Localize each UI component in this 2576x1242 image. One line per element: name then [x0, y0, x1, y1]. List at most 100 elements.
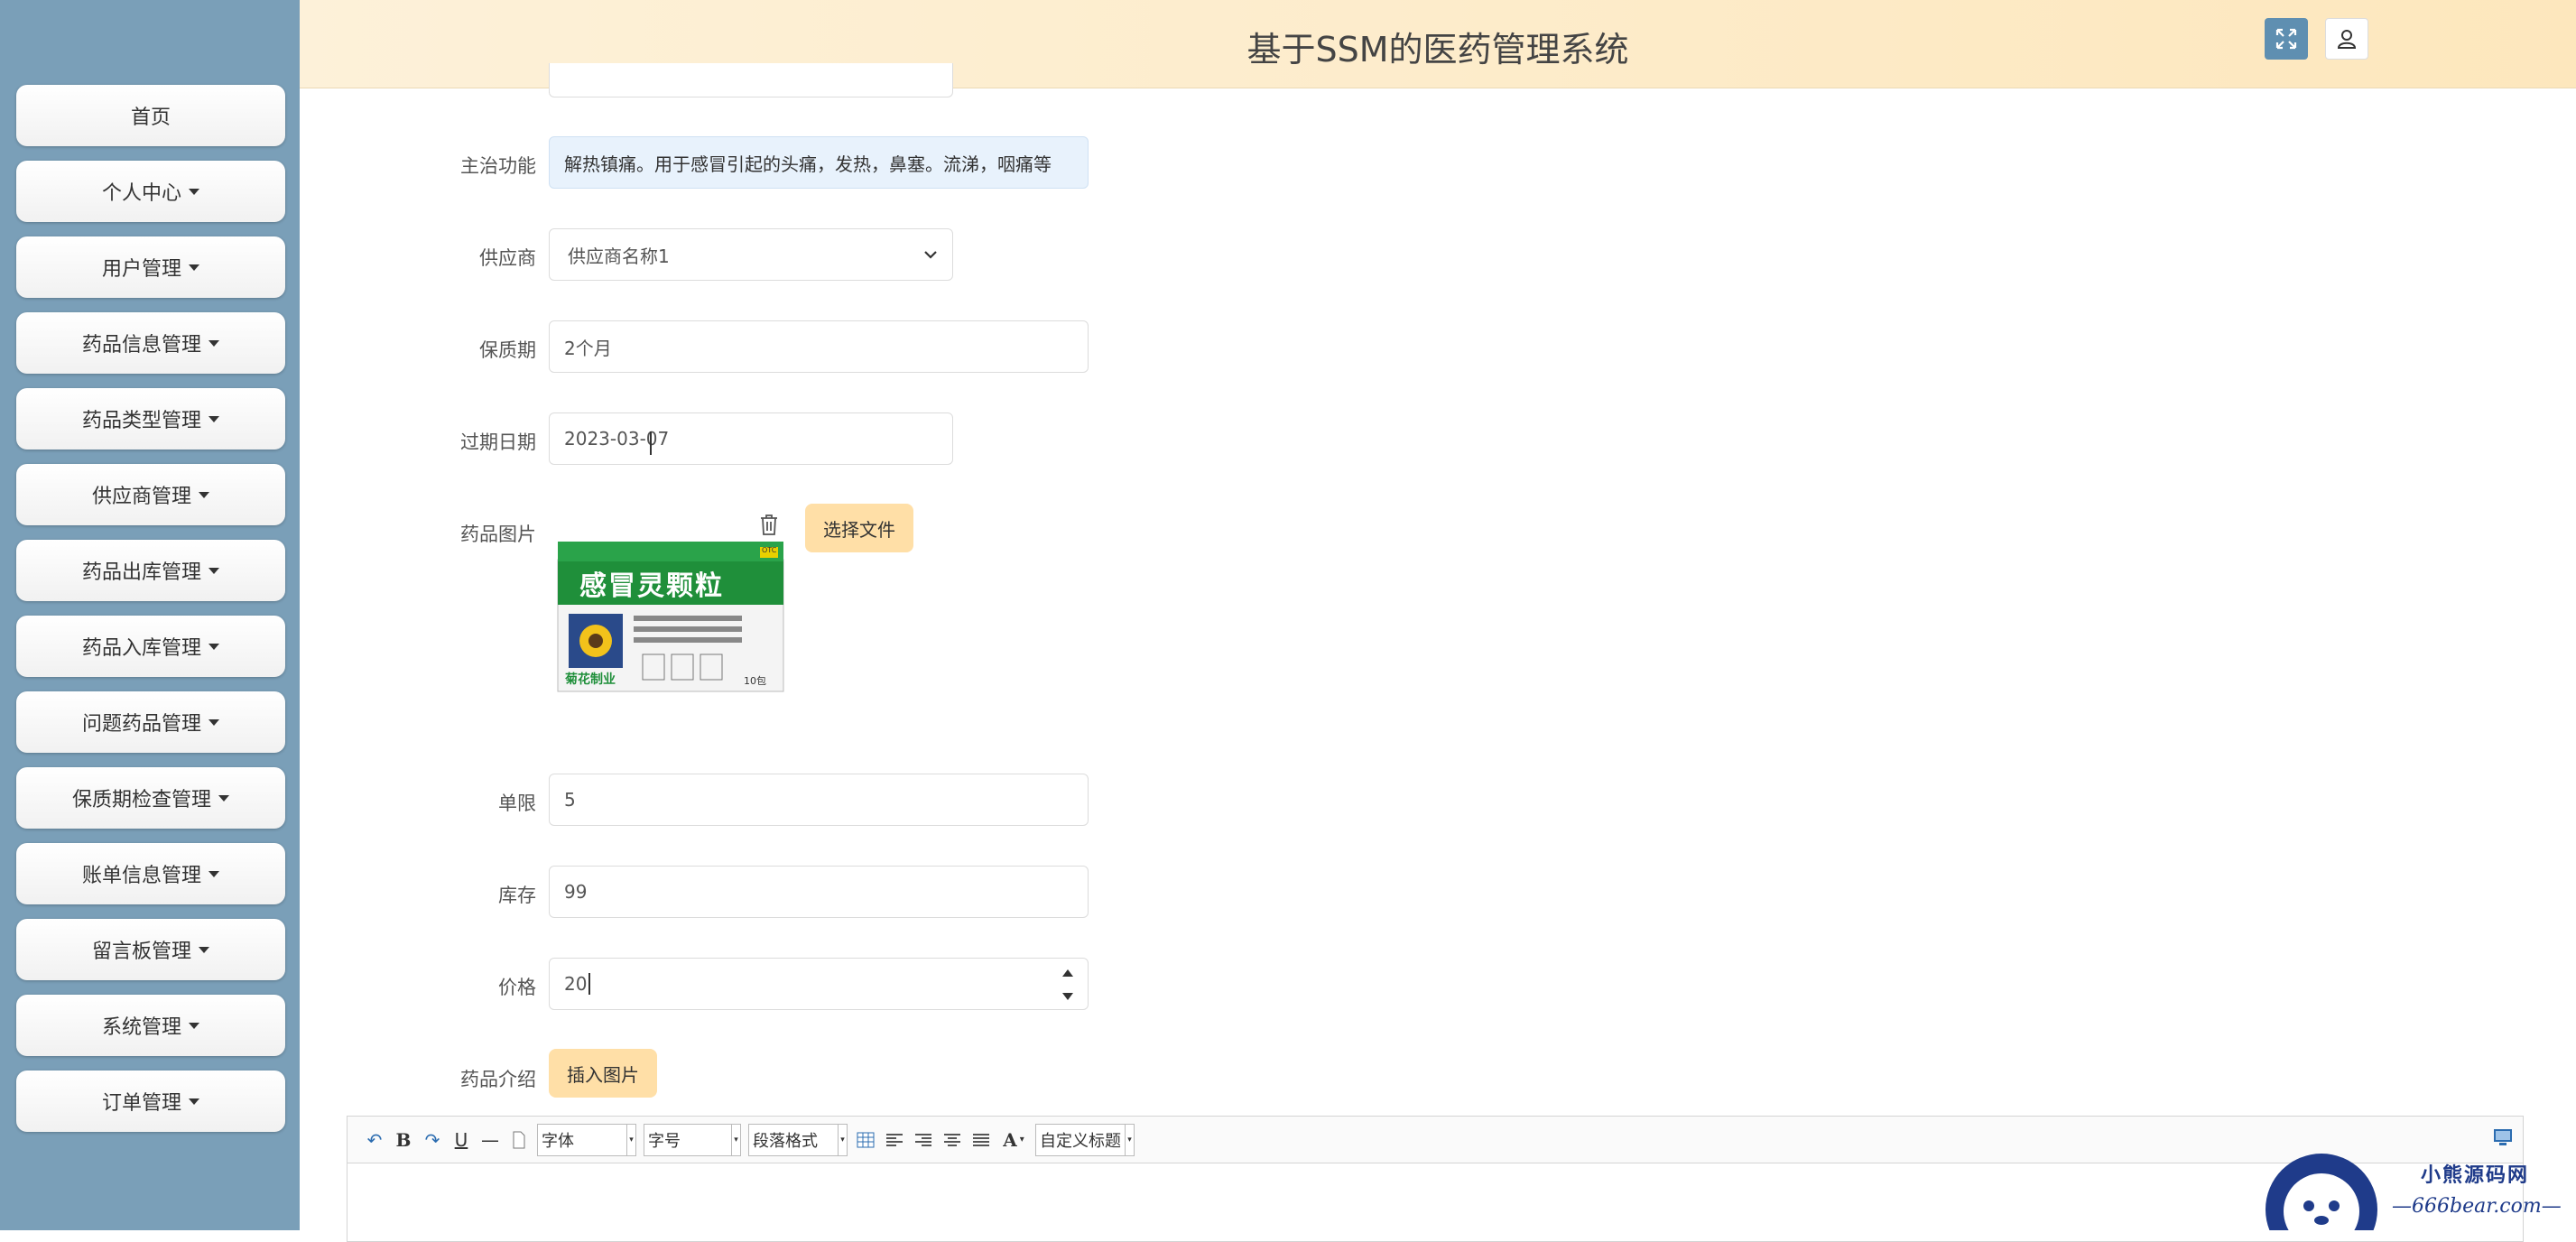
font-color-icon[interactable]: A ▾ [996, 1126, 1032, 1154]
caret-down-icon [199, 491, 209, 498]
trash-icon[interactable] [758, 513, 780, 536]
watermark-logo: 小熊源码网 —666bear.com— [2256, 1146, 2576, 1230]
caret-down-icon [208, 415, 219, 422]
product-badge: OTC [762, 546, 777, 554]
user-button[interactable] [2325, 18, 2368, 60]
choose-file-button[interactable]: 选择文件 [805, 504, 913, 552]
intro-label: 药品介绍 [460, 1069, 536, 1090]
caret-down-icon [189, 188, 199, 195]
editor-toolbar: ↶ B ↷ U — 字体 ▾ 字号 ▾ 段落格式 ▾ A ▾ 自定义标题 ▾ [347, 1117, 2523, 1163]
user-icon [2337, 30, 2357, 49]
underline-icon[interactable]: U [447, 1126, 476, 1154]
align-center-icon[interactable] [938, 1126, 967, 1154]
fullscreen-button[interactable] [2265, 18, 2308, 60]
supplier-select[interactable]: 供应商名称1 [549, 228, 953, 281]
sidebar-item-label: 账单信息管理 [81, 865, 201, 887]
chevron-down-icon [924, 251, 937, 259]
caret-down-icon [208, 718, 219, 726]
rich-text-editor[interactable]: ↶ B ↷ U — 字体 ▾ 字号 ▾ 段落格式 ▾ A ▾ 自定义标题 ▾ [347, 1116, 2524, 1242]
sidebar-item-shelf-life-check[interactable]: 保质期检查管理 [16, 767, 285, 829]
sidebar-item-label: 药品信息管理 [81, 334, 201, 357]
caret-down-icon [189, 1022, 199, 1029]
supplier-selected-value: 供应商名称1 [568, 245, 670, 267]
sidebar-item-problem-drug[interactable]: 问题药品管理 [16, 691, 285, 753]
dropdown-icon: ▾ [731, 1124, 740, 1155]
product-brand: 菊花制业 [565, 672, 616, 687]
sidebar-item-label: 保质期检查管理 [71, 789, 211, 811]
drug-product-image: 感冒灵颗粒 OTC 菊花制业 10包 [552, 542, 787, 695]
caret-down-icon [189, 264, 199, 271]
text-cursor [588, 973, 591, 995]
sidebar-item-label: 药品入库管理 [81, 637, 201, 660]
sidebar-item-drug-type[interactable]: 药品类型管理 [16, 388, 285, 450]
sidebar-item-label: 个人中心 [101, 182, 181, 205]
sidebar: 首页 个人中心 用户管理 药品信息管理 药品类型管理 供应商管理 药品出库管理 … [0, 0, 300, 1230]
main-function-label: 主治功能 [460, 155, 536, 177]
sidebar-item-personal-center[interactable]: 个人中心 [16, 161, 285, 222]
sidebar-item-orders[interactable]: 订单管理 [16, 1071, 285, 1132]
sidebar-item-label: 订单管理 [101, 1092, 181, 1115]
sidebar-item-label: 用户管理 [101, 258, 181, 281]
text-cursor [650, 431, 652, 455]
caret-down-icon [189, 1098, 199, 1105]
redo-icon[interactable]: ↷ [418, 1126, 447, 1154]
horizontal-rule-icon[interactable]: — [476, 1126, 505, 1154]
drug-image-label: 药品图片 [460, 524, 536, 545]
product-name: 感冒灵颗粒 [579, 570, 724, 602]
font-family-select[interactable]: 字体 ▾ [537, 1123, 636, 1156]
price-label: 价格 [498, 977, 536, 998]
caret-down-icon [208, 643, 219, 650]
expire-date-label: 过期日期 [460, 431, 536, 453]
paragraph-format-label: 段落格式 [753, 1131, 818, 1151]
partial-input[interactable] [549, 63, 953, 97]
sidebar-item-message-board[interactable]: 留言板管理 [16, 919, 285, 980]
sidebar-item-label: 药品出库管理 [81, 561, 201, 584]
table-icon[interactable] [851, 1126, 880, 1154]
bold-icon[interactable]: B [389, 1126, 418, 1154]
sidebar-item-label: 留言板管理 [91, 941, 191, 963]
number-spinner-icon[interactable] [1061, 966, 1075, 1004]
sidebar-item-drug-info[interactable]: 药品信息管理 [16, 312, 285, 374]
stock-label: 库存 [498, 885, 536, 906]
sidebar-item-bill-info[interactable]: 账单信息管理 [16, 843, 285, 904]
dropdown-icon: ▾ [1125, 1124, 1134, 1155]
sidebar-item-system[interactable]: 系统管理 [16, 995, 285, 1056]
preview-icon[interactable] [2492, 1127, 2514, 1147]
limit-label: 单限 [498, 792, 536, 814]
limit-input[interactable]: 5 [549, 774, 1089, 826]
sidebar-item-label: 系统管理 [101, 1016, 181, 1039]
price-value: 20 [564, 973, 588, 995]
sidebar-item-supplier[interactable]: 供应商管理 [16, 464, 285, 525]
shelf-life-input[interactable]: 2个月 [549, 320, 1089, 373]
custom-title-select[interactable]: 自定义标题 ▾ [1035, 1123, 1135, 1156]
sidebar-item-home[interactable]: 首页 [16, 85, 285, 146]
watermark-title: 小熊源码网 [2421, 1164, 2530, 1187]
font-family-label: 字体 [542, 1131, 574, 1151]
font-size-label: 字号 [648, 1131, 681, 1151]
caret-down-icon [208, 339, 219, 347]
caret-down-icon [199, 946, 209, 953]
undo-icon[interactable]: ↶ [360, 1126, 389, 1154]
align-left-icon[interactable] [880, 1126, 909, 1154]
dropdown-icon: ▾ [626, 1124, 635, 1155]
sidebar-item-drug-outbound[interactable]: 药品出库管理 [16, 540, 285, 601]
sidebar-item-label: 药品类型管理 [81, 410, 201, 432]
align-justify-icon[interactable] [967, 1126, 996, 1154]
insert-image-button[interactable]: 插入图片 [549, 1049, 657, 1098]
dropdown-icon: ▾ [838, 1124, 847, 1155]
sidebar-item-label: 问题药品管理 [81, 713, 201, 736]
align-right-icon[interactable] [909, 1126, 938, 1154]
expire-date-input[interactable]: 2023-03-07 [549, 412, 953, 465]
sidebar-item-user-management[interactable]: 用户管理 [16, 236, 285, 298]
font-size-select[interactable]: 字号 ▾ [644, 1123, 741, 1156]
sidebar-item-drug-inbound[interactable]: 药品入库管理 [16, 616, 285, 677]
sidebar-item-label: 供应商管理 [91, 486, 191, 508]
custom-title-label: 自定义标题 [1040, 1131, 1121, 1151]
paragraph-format-select[interactable]: 段落格式 ▾ [748, 1123, 848, 1156]
caret-down-icon [218, 794, 229, 802]
stock-input[interactable]: 99 [549, 866, 1089, 918]
new-document-icon[interactable] [505, 1126, 533, 1154]
main-function-input[interactable]: 解热镇痛。用于感冒引起的头痛，发热，鼻塞。流涕，咽痛等 [549, 136, 1089, 189]
price-input[interactable]: 20 [549, 958, 1089, 1010]
caret-down-icon [208, 567, 219, 574]
